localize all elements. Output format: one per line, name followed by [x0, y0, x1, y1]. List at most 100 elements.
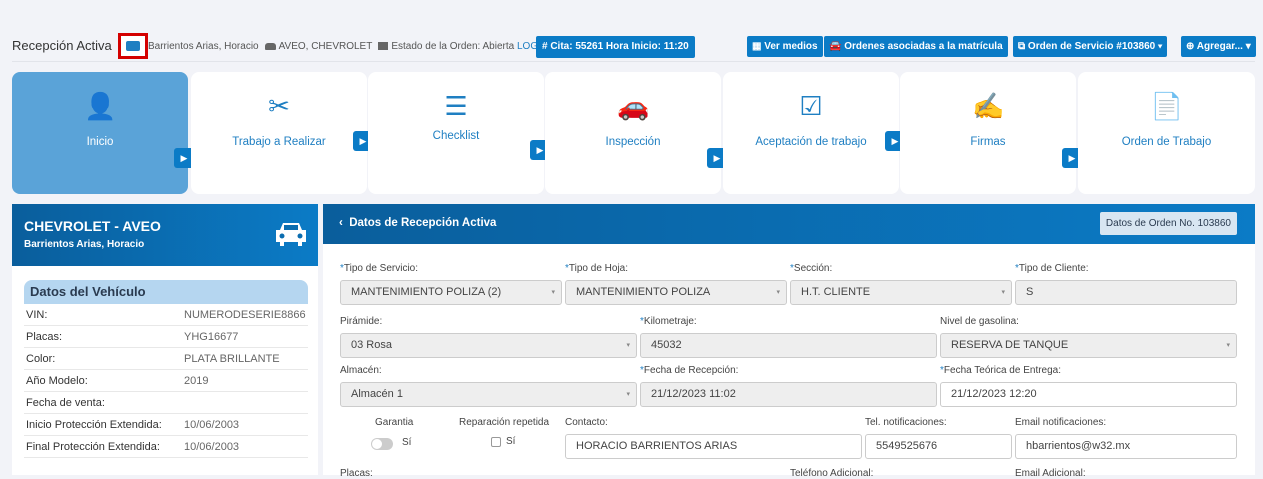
step-label: Aceptación de trabajo — [755, 136, 867, 148]
step-label: Trabajo a Realizar — [232, 136, 326, 148]
label-text: Tipo de Hoja: — [568, 263, 629, 274]
kilometraje-field[interactable]: 45032 — [640, 333, 937, 358]
car-icon: 🚗 — [617, 91, 650, 121]
row-value: 10/06/2003 — [184, 419, 240, 431]
garantia-si: Sí — [402, 437, 412, 448]
check-icon: ☑ — [799, 91, 823, 121]
divider — [12, 61, 1255, 62]
select-value: MANTENIMIENTO POLIZA — [576, 286, 711, 298]
step-firmas[interactable]: ✍ Firmas ▶ — [900, 72, 1082, 194]
field-label: *Tipo de Cliente: — [1015, 263, 1089, 274]
field-label: *Kilometraje: — [640, 316, 697, 327]
reparacion-checkbox[interactable] — [491, 437, 501, 447]
select-value: H.T. CLIENTE — [801, 286, 871, 298]
tipo-hoja-select[interactable]: MANTENIMIENTO POLIZA ▾ — [565, 280, 787, 305]
row-key: Color: — [26, 353, 56, 365]
field-label: Email Adicional: — [1015, 468, 1086, 479]
vehicle-make-model: CHEVROLET - AVEO — [24, 218, 161, 234]
seccion-select[interactable]: H.T. CLIENTE ▾ — [790, 280, 1012, 305]
tipo-servicio-select[interactable]: MANTENIMIENTO POLIZA (2) ▾ — [340, 280, 562, 305]
select-value: RESERVA DE TANQUE — [951, 339, 1069, 351]
email-notificaciones-field[interactable]: hbarrientos@w32.mx — [1015, 434, 1237, 459]
customer-name: Barrientos Arias, Horacio — [148, 41, 259, 52]
vehicle-panel: CHEVROLET - AVEO Barrientos Arias, Horac… — [12, 204, 318, 475]
ordenes-asociadas-button[interactable]: 🚘 Ordenes asociadas a la matrícula — [824, 36, 1008, 57]
fecha-entrega-field[interactable]: 21/12/2023 12:20 — [940, 382, 1237, 407]
field-label: *Sección: — [790, 263, 833, 274]
label-text: Kilometraje: — [643, 316, 697, 327]
field-label: Placas: — [340, 468, 373, 479]
field-value: 21/12/2023 12:20 — [951, 388, 1037, 400]
reparacion-si: Sí — [506, 436, 516, 447]
piramide-select[interactable]: 03 Rosa ▾ — [340, 333, 637, 358]
field-label: Contacto: — [565, 417, 608, 428]
id-card-icon[interactable] — [118, 33, 148, 59]
field-value: hbarrientos@w32.mx — [1026, 440, 1131, 452]
vehicle-owner: Barrientos Arias, Horacio — [24, 239, 145, 250]
step-orden-trabajo[interactable]: 📄 Orden de Trabajo — [1078, 72, 1255, 194]
field-value: 21/12/2023 11:02 — [651, 388, 736, 400]
list-item: Final Protección Extendida: 10/06/2003 — [24, 436, 308, 458]
contacto-field[interactable]: HORACIO BARRIENTOS ARIAS — [565, 434, 862, 459]
step-label: Orden de Trabajo — [1121, 136, 1212, 148]
reparacion-label: Reparación repetida — [459, 417, 550, 428]
field-label: Teléfono Adicional: — [790, 468, 874, 479]
row-value: 2019 — [184, 375, 209, 387]
folder-icon — [378, 42, 389, 51]
page-title: Recepción Activa — [12, 38, 112, 53]
tel-notificaciones-field[interactable]: 5549525676 — [865, 434, 1012, 459]
label-text: Sección: — [793, 263, 833, 274]
field-value: 5549525676 — [876, 440, 938, 452]
label-text: Fecha Teórica de Entrega: — [943, 365, 1062, 376]
list-item: VIN: NUMERODESERIE8866 — [24, 304, 308, 326]
garantia-label: Garantia — [375, 417, 414, 428]
garantia-toggle[interactable] — [371, 438, 393, 450]
agregar-dropdown[interactable]: ⊕ Agregar... ▾ — [1181, 36, 1256, 57]
step-checklist[interactable]: ☰ Checklist ▶ — [368, 72, 550, 194]
car-icon — [264, 42, 276, 50]
form-title[interactable]: ‹ Datos de Recepción Activa — [339, 217, 496, 229]
order-state: Estado de la Orden: Abierta — [391, 41, 515, 52]
ver-medios-button[interactable]: ▦ Ver medios — [747, 36, 823, 57]
step-label: Inspección — [605, 136, 661, 148]
field-label: Email notificaciones: — [1015, 417, 1107, 428]
ordenes-label: Ordenes asociadas a la matrícula — [844, 41, 1003, 52]
almacen-select[interactable]: Almacén 1 ▾ — [340, 382, 637, 407]
step-aceptacion[interactable]: ☑ Aceptación de trabajo ▶ — [723, 72, 905, 194]
signature-icon: ✍ — [972, 91, 1005, 121]
select-value: 03 Rosa — [351, 339, 392, 351]
document-icon: 📄 — [1150, 91, 1183, 121]
row-key: Año Modelo: — [26, 375, 88, 387]
select-value: Almacén 1 — [351, 388, 403, 400]
step-inspeccion[interactable]: 🚗 Inspección ▶ — [545, 72, 727, 194]
list-item: Color: PLATA BRILLANTE — [24, 348, 308, 370]
gasolina-select[interactable]: RESERVA DE TANQUE ▾ — [940, 333, 1237, 358]
row-key: Inicio Protección Extendida: — [26, 419, 162, 431]
step-label: Inicio — [86, 136, 114, 148]
fecha-recepcion-field[interactable]: 21/12/2023 11:02 — [640, 382, 937, 407]
label-text: Tipo de Cliente: — [1018, 263, 1089, 274]
step-nav: 👤 Inicio ▶ ✂ Trabajo a Realizar ▶ ☰ Checklist… — [12, 72, 1255, 194]
row-value: PLATA BRILLANTE — [184, 353, 280, 365]
field-label: *Fecha de Recepción: — [640, 365, 739, 376]
step-inicio[interactable]: 👤 Inicio ▶ — [12, 72, 194, 194]
tipo-cliente-field[interactable]: S — [1015, 280, 1237, 305]
row-value: NUMERODESERIE8866 — [184, 309, 306, 321]
field-label: *Tipo de Servicio: — [340, 263, 419, 274]
agregar-label: Agregar... — [1196, 41, 1243, 52]
field-label: Almacén: — [340, 365, 382, 376]
field-value: 45032 — [651, 339, 682, 351]
appointment-badge: # Cita: 55261 Hora Inicio: 11:20 — [536, 36, 695, 58]
list-item: Fecha de venta: — [24, 392, 308, 414]
reception-form-panel: ‹ Datos de Recepción Activa Datos de Ord… — [323, 204, 1255, 479]
log-link[interactable]: LOG — [517, 41, 538, 52]
vehicle-header: CHEVROLET - AVEO Barrientos Arias, Horac… — [12, 204, 318, 266]
field-value: S — [1026, 286, 1034, 298]
chevron-down-icon: ▾ — [551, 289, 555, 296]
top-bar: Recepción Activa Barrientos Arias, Horac… — [0, 0, 1263, 62]
orden-servicio-dropdown[interactable]: ⧉ Orden de Servicio #103860 ▾ — [1013, 36, 1168, 57]
step-label: Checklist — [432, 130, 480, 142]
step-trabajo[interactable]: ✂ Trabajo a Realizar ▶ — [191, 72, 373, 194]
form-header: ‹ Datos de Recepción Activa Datos de Ord… — [323, 204, 1255, 244]
row-value: YHG16677 — [184, 331, 239, 343]
